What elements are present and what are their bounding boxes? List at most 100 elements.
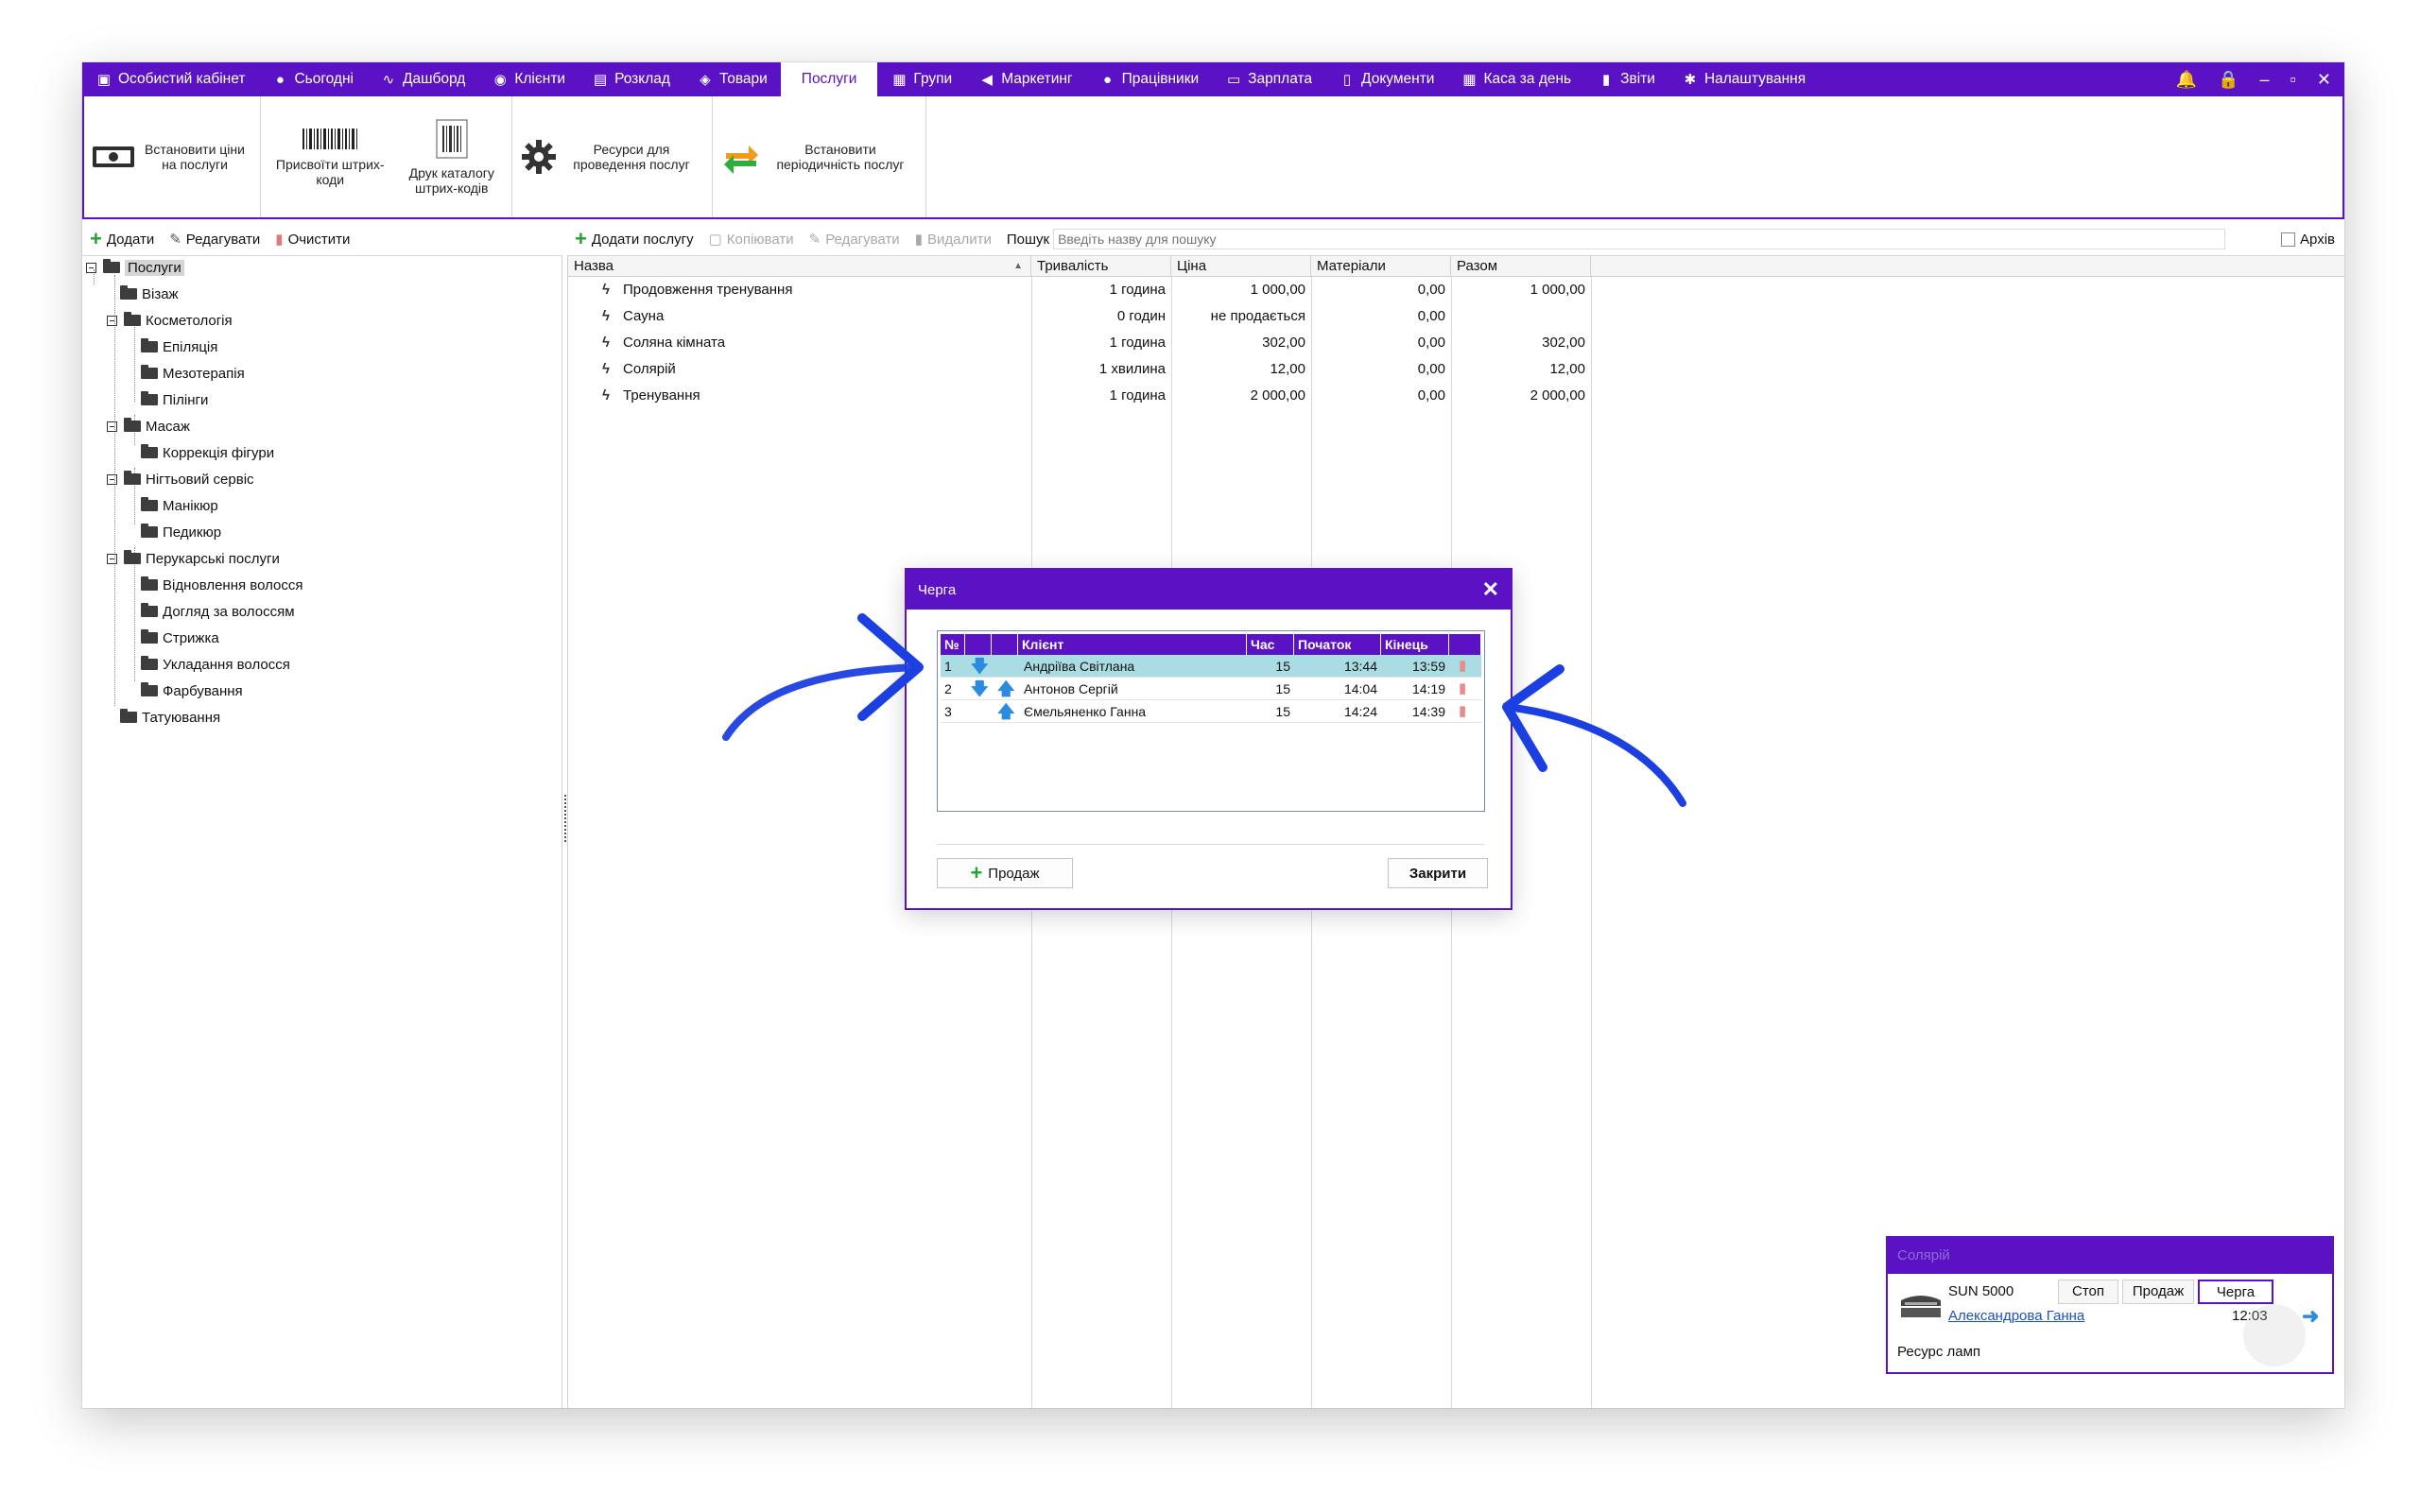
queue-row[interactable]: 1 🡇 Андріїва Світлана 15 13:44 13:59 ▮ [941, 655, 1481, 678]
tree-item[interactable]: Візаж [120, 284, 179, 304]
client-link[interactable]: Александрова Ганна [1948, 1308, 2084, 1324]
menu-label: Дашборд [402, 71, 466, 87]
queue-end: 14:39 [1411, 704, 1445, 719]
table-row[interactable]: ϟ Солярій 1 хвилина 12,00 0,00 12,00 [568, 356, 1589, 383]
col-total[interactable]: Разом [1451, 256, 1591, 277]
col-name[interactable]: Назва ▲ [568, 256, 1031, 277]
menu-groups[interactable]: ▦ Групи [877, 62, 965, 96]
tree-item[interactable]: Догляд за волоссям [141, 601, 295, 622]
periodicity-button[interactable]: Встановити періодичність послуг [720, 136, 911, 178]
move-up-icon[interactable]: 🡅 [997, 700, 1015, 723]
tree-item[interactable]: Перукарські послуги [107, 548, 280, 569]
print-catalog-button[interactable]: Друк каталогу штрих-кодів [400, 118, 504, 196]
table-row[interactable]: ϟ Сауна 0 годин не продається 0,00 [568, 303, 1589, 330]
queue-button[interactable]: Черга [2198, 1280, 2273, 1304]
collapse-icon[interactable] [107, 315, 117, 326]
tree-item[interactable]: Манікюр [141, 495, 218, 516]
barcode-icon [302, 129, 358, 149]
tree-item[interactable]: Косметологія [107, 310, 233, 331]
tree-item[interactable]: Коррекція фігури [141, 442, 274, 463]
close-icon[interactable]: ✕ [2317, 70, 2331, 90]
archive-checkbox[interactable]: Архів [2281, 232, 2344, 248]
tree-item[interactable]: Стрижка [141, 627, 219, 648]
dialog-divider [937, 844, 1484, 845]
delete-service-button[interactable]: ▮ Видалити [915, 231, 992, 249]
menu-reports[interactable]: ▮ Звіти [1584, 62, 1668, 96]
move-up-icon[interactable]: 🡅 [997, 678, 1015, 700]
table-row[interactable]: ϟ Тренування 1 година 2 000,00 0,00 2 000… [568, 383, 1589, 409]
client-icon: ◉ [493, 72, 507, 88]
menu-cabinet[interactable]: ▣ Особистий кабінет [82, 62, 258, 96]
queue-duration: 15 [1275, 659, 1290, 674]
tree-item[interactable]: Масаж [107, 416, 190, 437]
queue-row[interactable]: 3 🡅 Ємельяненко Ганна 15 14:24 14:39 ▮ [941, 700, 1481, 723]
menu-cash[interactable]: ▦ Каса за день [1447, 62, 1584, 96]
col-duration[interactable]: Тривалість [1031, 256, 1171, 277]
menu-services[interactable]: Послуги [780, 62, 878, 96]
sale-button[interactable]: Продаж [2122, 1280, 2194, 1304]
tree-item[interactable]: Педикюр [141, 522, 221, 542]
edit-category-button[interactable]: ✎ Редагувати [169, 231, 260, 249]
trash-icon[interactable]: ▮ [1459, 655, 1466, 678]
col-price[interactable]: Ціна [1171, 256, 1311, 277]
sale-button[interactable]: + Продаж [937, 858, 1073, 888]
add-category-button[interactable]: + Додати [90, 229, 154, 249]
minimize-icon[interactable]: – [2260, 70, 2270, 90]
trash-icon[interactable]: ▮ [1459, 678, 1466, 700]
set-prices-button[interactable]: Встановити ціни на послуги [92, 142, 247, 172]
search-input[interactable] [1053, 229, 2226, 249]
table-row[interactable]: ϟ Соляна кімната 1 година 302,00 0,00 302… [568, 330, 1589, 356]
col-materials[interactable]: Матеріали [1311, 256, 1451, 277]
assign-barcodes-button[interactable]: Присвоїти штрих-коди [268, 127, 391, 187]
tree-root[interactable]: Послуги [86, 257, 184, 278]
restore-icon[interactable]: ▫ [2290, 70, 2296, 90]
tree-item[interactable]: Укладання волосся [141, 654, 290, 675]
menu-goods[interactable]: ◈ Товари [683, 62, 781, 96]
add-service-button[interactable]: + Додати послугу [575, 229, 694, 249]
menu-schedule[interactable]: ▤ Розклад [579, 62, 683, 96]
queue-row[interactable]: 2 🡇 🡅 Антонов Сергій 15 14:04 14:19 ▮ [941, 678, 1481, 700]
tree-item[interactable]: Епіляція [141, 336, 217, 357]
cell-name: Соляна кімната [623, 335, 726, 351]
copy-service-button[interactable]: ▢ Копіювати [709, 231, 794, 249]
tree-item[interactable]: Мезотерапія [141, 363, 245, 384]
menu-settings[interactable]: ✱ Налаштування [1668, 62, 1819, 96]
collapse-icon[interactable] [107, 421, 117, 432]
menu-dashboard[interactable]: ∿ Дашборд [367, 62, 478, 96]
cell-price: 1 000,00 [1250, 282, 1305, 298]
arrow-right-icon[interactable]: ➜ [2302, 1304, 2319, 1329]
move-down-icon[interactable]: 🡇 [971, 655, 989, 678]
menu-salary[interactable]: ▭ Зарплата [1212, 62, 1325, 96]
collapse-icon[interactable] [86, 262, 96, 273]
resources-button[interactable]: Ресурси для проведення послуг [520, 138, 698, 176]
tree-item[interactable]: Фарбування [141, 680, 243, 701]
lock-icon[interactable]: 🔒 [2218, 70, 2238, 90]
tree-item[interactable]: Відновлення волосся [141, 575, 303, 595]
menu-employees[interactable]: ● Працівники [1086, 62, 1213, 96]
queue-end: 14:19 [1411, 681, 1445, 696]
tree-item[interactable]: Татуювання [120, 707, 220, 728]
trash-icon[interactable]: ▮ [1459, 700, 1466, 723]
move-down-icon[interactable]: 🡇 [971, 678, 989, 700]
collapse-icon[interactable] [107, 553, 117, 564]
close-button[interactable]: Закрити [1388, 858, 1488, 888]
bell-icon[interactable]: 🔔 [2176, 70, 2197, 90]
checkbox-icon [2281, 232, 2296, 247]
stop-button[interactable]: Стоп [2058, 1280, 2118, 1304]
cell-materials: 0,00 [1417, 387, 1445, 404]
close-icon[interactable]: ✕ [1482, 577, 1499, 602]
tree-item[interactable]: Нігтьовий сервіс [107, 469, 254, 490]
chat-bubble-icon[interactable] [2243, 1304, 2306, 1366]
edit-service-button[interactable]: ✎ Редагувати [809, 231, 900, 249]
col-header: Назва [574, 258, 614, 274]
tree-toolbar: + Додати ✎ Редагувати ▮ Очистити [82, 225, 562, 253]
clear-category-button[interactable]: ▮ Очистити [275, 231, 350, 249]
menu-documents[interactable]: ▯ Документи [1325, 62, 1447, 96]
table-row[interactable]: ϟ Продовження тренування 1 година 1 000,0… [568, 277, 1589, 303]
tree-item[interactable]: Пілінги [141, 389, 208, 410]
menu-today[interactable]: ● Сьогодні [258, 62, 367, 96]
dialog-titlebar: Черга ✕ [907, 570, 1511, 610]
collapse-icon[interactable] [107, 473, 117, 485]
menu-marketing[interactable]: ◀ Маркетинг [965, 62, 1085, 96]
menu-clients[interactable]: ◉ Клієнти [478, 62, 579, 96]
